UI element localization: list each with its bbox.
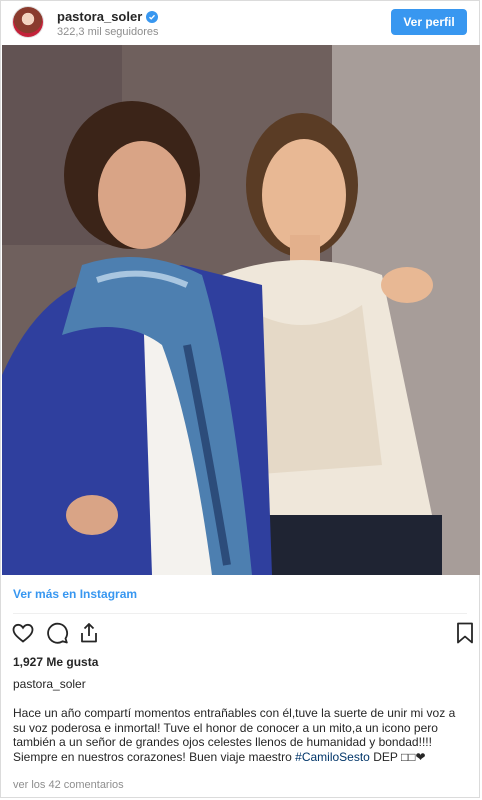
username[interactable]: pastora_soler <box>57 9 142 24</box>
caption-line: Hace un año compartí momentos entrañable… <box>13 706 456 720</box>
view-comments-link[interactable]: ver los 42 comentarios <box>13 779 124 791</box>
instagram-embed-card: pastora_soler 322,3 mil seguidores Ver p… <box>0 0 480 798</box>
view-profile-button[interactable]: Ver perfil <box>391 9 467 35</box>
caption-line: también a un señor de grandes ojos celes… <box>13 735 432 750</box>
post-header: pastora_soler 322,3 mil seguidores Ver p… <box>1 1 479 45</box>
caption-text: Siempre en nuestros corazones! Buen viaj… <box>13 749 296 764</box>
divider <box>13 613 467 614</box>
caption-line: su voz poderosa e inmortal! Tuve el hono… <box>13 720 438 735</box>
photo-illustration <box>2 45 480 575</box>
follower-count: 322,3 mil seguidores <box>57 26 159 38</box>
caption-text: DEP □□❤ <box>369 749 426 764</box>
comment-icon[interactable] <box>45 621 69 645</box>
like-count[interactable]: 1,927 Me gusta <box>13 655 98 669</box>
avatar[interactable] <box>13 7 43 37</box>
hashtag-link[interactable]: #CamiloSesto <box>295 750 370 764</box>
action-bar <box>9 621 473 645</box>
username-row: pastora_soler <box>57 9 159 24</box>
share-icon[interactable] <box>77 621 101 645</box>
bookmark-icon[interactable] <box>453 621 477 645</box>
post-photo[interactable] <box>2 45 480 575</box>
verified-badge-icon <box>146 10 159 23</box>
caption-line: Siempre en nuestros corazones! Buen viaj… <box>13 750 471 765</box>
heart-icon[interactable] <box>11 621 35 645</box>
post-caption: Hace un año compartí momentos entrañable… <box>13 706 471 764</box>
post-owner-username[interactable]: pastora_soler <box>13 677 86 691</box>
view-more-on-instagram-link[interactable]: Ver más en Instagram <box>13 587 137 601</box>
